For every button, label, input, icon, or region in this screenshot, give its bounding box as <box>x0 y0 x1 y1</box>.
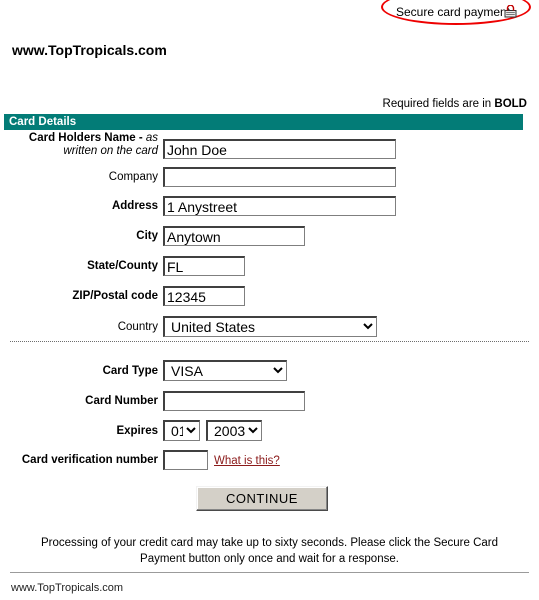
footer-divider <box>10 572 529 573</box>
field-row-company: Company <box>0 162 539 192</box>
required-fields-note: Required fields are in BOLD <box>383 98 527 110</box>
company-label: Company <box>108 171 158 183</box>
zip-postal-label: ZIP/Postal code <box>72 290 158 302</box>
expires-label: Expires <box>116 425 158 437</box>
card-details-form: Card Holders Name - as written on the ca… <box>0 130 539 476</box>
field-row-city: City <box>0 222 539 252</box>
field-row-state-county: State/County <box>0 252 539 282</box>
card-details-section-header: Card Details <box>4 114 523 130</box>
section-divider-top <box>10 341 529 342</box>
country-select[interactable]: United States <box>163 316 377 337</box>
card-holder-name-label-main: Card Holders Name - <box>28 132 146 144</box>
card-verification-input[interactable] <box>163 450 208 470</box>
card-holder-name-input[interactable] <box>163 139 396 159</box>
field-row-card-holder-name: Card Holders Name - as written on the ca… <box>0 130 539 162</box>
footer-site-label: www.TopTropicals.com <box>11 582 124 594</box>
field-row-card-type: Card Type VISA <box>0 356 539 386</box>
city-input[interactable] <box>163 226 305 246</box>
address-label: Address <box>111 200 158 212</box>
field-row-card-number: Card Number <box>0 386 539 416</box>
state-county-input[interactable] <box>163 256 245 276</box>
field-row-card-verification: Card verification number What is this? <box>0 446 539 476</box>
field-row-country: Country United States <box>0 312 539 344</box>
state-county-label: State/County <box>87 260 158 272</box>
continue-button[interactable]: CONTINUE <box>196 486 328 511</box>
expires-month-select[interactable]: 01 <box>163 420 200 441</box>
city-label: City <box>136 230 158 242</box>
field-row-zip-postal: ZIP/Postal code <box>0 282 539 312</box>
card-holder-name-label: Card Holders Name - as written on the ca… <box>29 132 158 158</box>
card-holder-name-label-italic1: as <box>145 132 158 144</box>
lock-icon <box>504 4 517 18</box>
field-row-expires: Expires 01 2003 <box>0 416 539 446</box>
card-holder-name-label-italic2: written on the card <box>63 145 158 157</box>
secure-payment-annotation: Secure card payment <box>0 0 539 34</box>
page-title: www.TopTropicals.com <box>12 42 167 58</box>
field-row-address: Address <box>0 192 539 222</box>
card-number-label: Card Number <box>85 395 158 407</box>
card-type-select[interactable]: VISA <box>163 360 287 381</box>
expires-year-select[interactable]: 2003 <box>206 420 262 441</box>
zip-postal-input[interactable] <box>163 286 245 306</box>
card-number-input[interactable] <box>163 391 305 411</box>
secure-card-payment-label: Secure card payment <box>396 5 511 19</box>
required-note-bold: BOLD <box>494 98 527 110</box>
processing-note: Processing of your credit card may take … <box>40 537 498 565</box>
card-type-label: Card Type <box>102 365 158 377</box>
address-input[interactable] <box>163 196 396 216</box>
country-label: Country <box>117 321 158 333</box>
what-is-this-link[interactable]: What is this? <box>214 455 280 467</box>
company-input[interactable] <box>163 167 396 187</box>
card-verification-label: Card verification number <box>21 454 158 466</box>
required-note-prefix: Required fields are in <box>382 98 495 110</box>
